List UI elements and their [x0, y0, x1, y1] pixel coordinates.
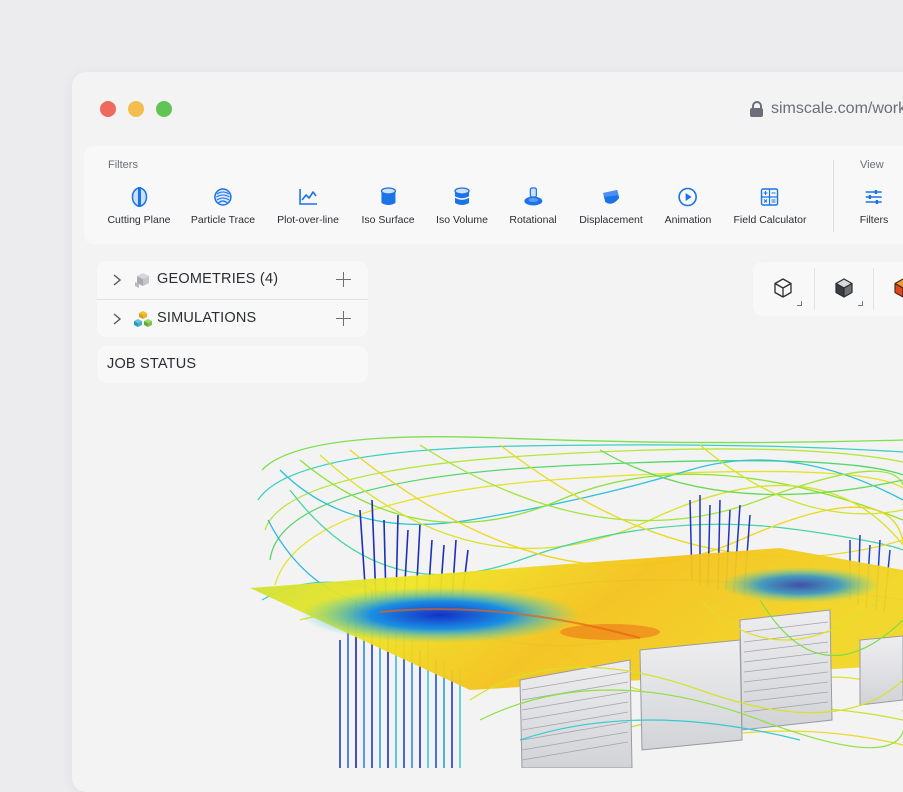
- displacement-button[interactable]: Displacement: [579, 186, 643, 236]
- particle-trace-button[interactable]: Particle Trace: [191, 186, 255, 236]
- address-bar[interactable]: simscale.com/work: [750, 98, 903, 120]
- field-calculator-button[interactable]: Field Calculator: [734, 186, 806, 236]
- view-group-label: View: [860, 159, 884, 171]
- tree-item-simulations[interactable]: SIMULATIONS: [97, 300, 368, 338]
- geometries-count: (4): [259, 271, 279, 287]
- job-status-panel[interactable]: JOB STATUS: [97, 346, 368, 383]
- displacement-icon: [603, 190, 619, 204]
- simulations-icon: [134, 311, 152, 327]
- iso-volume-button[interactable]: Iso Volume: [436, 186, 488, 236]
- particle-trace-icon: [214, 188, 232, 206]
- rotational-icon: [524, 187, 542, 206]
- simulations-label: SIMULATIONS: [157, 310, 257, 326]
- field-calculator-icon: [761, 188, 779, 206]
- filters-view-button[interactable]: Filters: [860, 186, 888, 236]
- geometries-icon: [135, 273, 149, 288]
- url-text: simscale.com/work: [771, 100, 903, 117]
- colored-view-button[interactable]: [873, 262, 903, 316]
- cutting-plane-button[interactable]: Cutting Plane: [107, 186, 171, 236]
- filters-sliders-icon: [866, 190, 882, 204]
- animation-icon: [678, 187, 698, 207]
- add-geometry-button[interactable]: [336, 272, 351, 287]
- rotational-button[interactable]: Rotational: [509, 186, 557, 236]
- post-processing-toolbar: Filters View Cutting Plane Particle Trac…: [84, 146, 903, 244]
- geometries-label: GEOMETRIES: [157, 271, 256, 287]
- solid-view-button[interactable]: [814, 262, 872, 316]
- project-tree-panel: GEOMETRIES (4) SIMULATIONS: [97, 261, 368, 337]
- wireframe-cube-icon: [774, 278, 792, 298]
- tree-item-geometries[interactable]: GEOMETRIES (4): [97, 261, 368, 300]
- chevron-right-icon[interactable]: [112, 273, 122, 287]
- app-window: simscale.com/work Filters View Cutting P…: [72, 72, 903, 792]
- iso-surface-icon: [380, 187, 396, 205]
- wireframe-view-button[interactable]: [753, 262, 811, 316]
- job-status-label: JOB STATUS: [107, 356, 197, 372]
- window-maximize-button[interactable]: [156, 101, 172, 117]
- plot-over-line-button[interactable]: Plot-over-line: [277, 186, 339, 236]
- animation-button[interactable]: Animation: [665, 186, 711, 236]
- iso-volume-icon: [454, 187, 470, 205]
- filters-group-label: Filters: [108, 159, 138, 171]
- iso-surface-button[interactable]: Iso Surface: [361, 186, 415, 236]
- window-close-button[interactable]: [100, 101, 116, 117]
- solid-cube-icon: [835, 278, 853, 298]
- chevron-right-icon[interactable]: [112, 312, 122, 326]
- window-minimize-button[interactable]: [128, 101, 144, 117]
- lock-icon: [750, 101, 763, 117]
- add-simulation-button[interactable]: [336, 311, 351, 326]
- plot-over-line-icon: [299, 189, 317, 205]
- toolbar-divider: [833, 160, 834, 232]
- view-mode-toolbar: [753, 262, 903, 316]
- colored-cube-icon: [894, 278, 903, 298]
- cutting-plane-icon: [131, 187, 147, 207]
